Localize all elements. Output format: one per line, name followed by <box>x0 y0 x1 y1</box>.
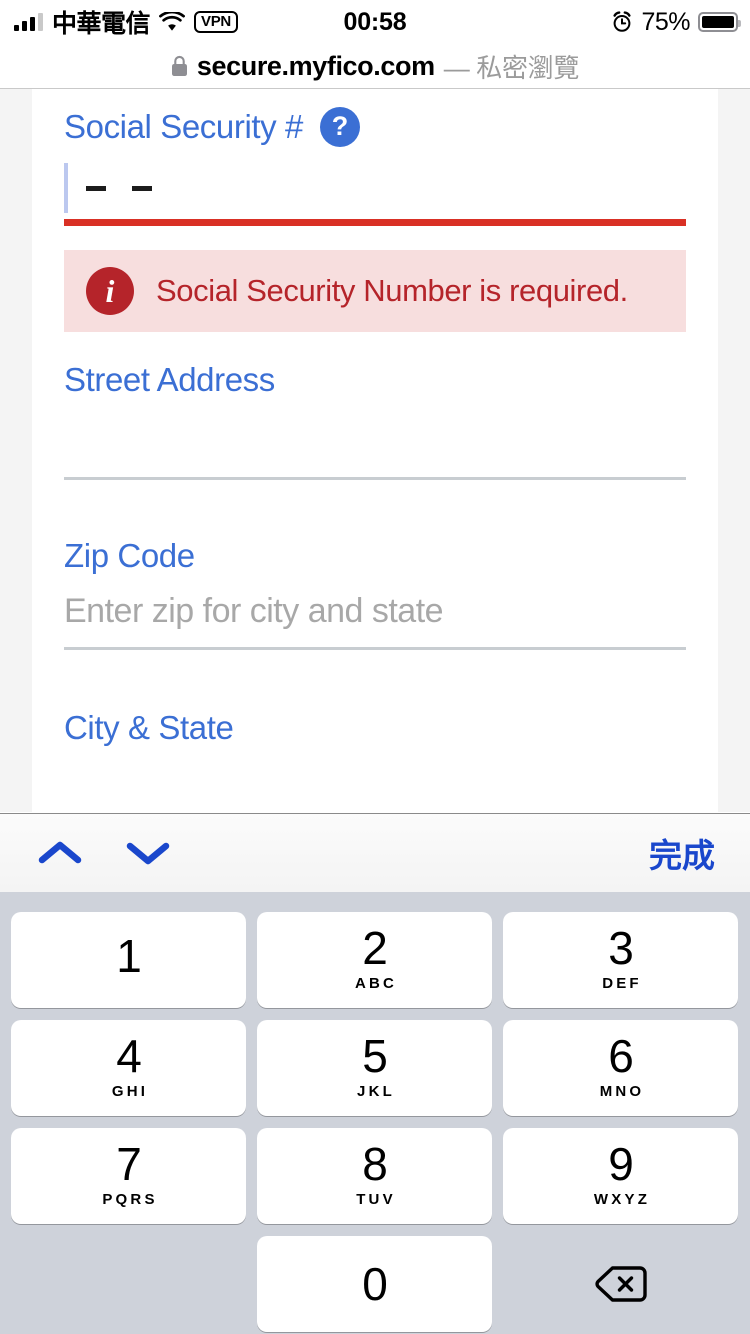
key-7-digit: 7 <box>116 1137 142 1190</box>
city-state-field-group: City & State <box>64 709 686 747</box>
key-9-letters: WXYZ <box>593 1190 651 1208</box>
ssn-label: Social Security # <box>64 108 303 145</box>
key-delete[interactable] <box>503 1236 738 1332</box>
ssn-error-message-box: i Social Security Number is required. <box>64 250 686 332</box>
lock-icon <box>171 55 187 76</box>
key-7-letters: PQRS <box>102 1190 158 1208</box>
ssn-input[interactable] <box>64 157 686 219</box>
info-circle-icon: i <box>86 267 134 315</box>
ssn-mask-dashes <box>86 157 152 219</box>
zip-code-input[interactable]: Enter zip for city and state <box>64 575 686 647</box>
zip-code-label: Zip Code <box>64 537 195 574</box>
chevron-up-icon[interactable] <box>32 833 88 873</box>
keyboard-accessory-toolbar: 完成 <box>0 813 750 892</box>
zip-code-underline <box>64 647 686 650</box>
key-4-digit: 4 <box>116 1029 142 1082</box>
private-browsing-label: — 私密瀏覽 <box>443 52 580 83</box>
numeric-keypad: 1 2 ABC 3 DEF 4 GHI 5 JKL 6 MNO 7 PQRS 8… <box>0 892 750 1334</box>
key-8-digit: 8 <box>362 1137 388 1190</box>
text-caret <box>64 163 68 213</box>
street-address-underline <box>64 477 686 480</box>
key-4-letters: GHI <box>111 1082 149 1100</box>
street-address-field-group: Street Address <box>64 361 686 480</box>
question-mark-icon[interactable]: ? <box>319 107 360 147</box>
web-content-area[interactable]: Social Security # ? i Social Security Nu… <box>0 88 750 812</box>
ssn-label-row: Social Security # ? <box>64 107 686 147</box>
key-1-digit: 1 <box>116 930 142 982</box>
key-2-digit: 2 <box>362 921 388 974</box>
key-6-digit: 6 <box>608 1029 634 1082</box>
battery-percentage: 75% <box>641 7 690 36</box>
delete-backspace-icon <box>594 1266 647 1302</box>
key-3[interactable]: 3 DEF <box>503 912 738 1008</box>
url-text: secure.myfico.com <box>196 50 435 81</box>
key-5-letters: JKL <box>357 1082 395 1100</box>
battery-icon <box>698 12 741 32</box>
key-3-digit: 3 <box>608 921 634 974</box>
ssn-error-text: Social Security Number is required. <box>156 273 628 308</box>
key-9-digit: 9 <box>608 1137 634 1190</box>
key-7[interactable]: 7 PQRS <box>11 1128 246 1224</box>
key-6-letters: MNO <box>599 1082 645 1100</box>
key-0[interactable]: 0 <box>257 1236 492 1332</box>
key-3-letters: DEF <box>602 974 642 992</box>
form-page: Social Security # ? i Social Security Nu… <box>32 89 718 812</box>
key-2[interactable]: 2 ABC <box>257 912 492 1008</box>
key-0-digit: 0 <box>362 1258 388 1310</box>
social-security-field-group: Social Security # ? i Social Security Nu… <box>64 107 686 332</box>
browser-url-bar[interactable]: secure.myfico.com — 私密瀏覽 <box>0 44 750 88</box>
zip-code-field-group: Zip Code Enter zip for city and state <box>64 537 686 650</box>
ssn-error-underline <box>64 219 686 226</box>
chevron-down-icon[interactable] <box>120 833 176 873</box>
keyboard-done-button[interactable]: 完成 <box>649 829 715 877</box>
key-2-letters: ABC <box>354 974 398 992</box>
key-5[interactable]: 5 JKL <box>257 1020 492 1116</box>
alarm-clock-icon <box>613 11 632 32</box>
street-address-label: Street Address <box>64 361 275 398</box>
status-bar: 中華電信 VPN 00:58 75% <box>0 0 750 44</box>
city-state-label: City & State <box>64 709 234 746</box>
key-9[interactable]: 9 WXYZ <box>503 1128 738 1224</box>
key-6[interactable]: 6 MNO <box>503 1020 738 1116</box>
status-bar-right: 75% <box>611 0 741 44</box>
key-4[interactable]: 4 GHI <box>11 1020 246 1116</box>
key-5-digit: 5 <box>362 1029 388 1082</box>
key-1[interactable]: 1 <box>11 912 246 1008</box>
key-8-letters: TUV <box>356 1190 396 1208</box>
street-address-input[interactable] <box>64 399 686 477</box>
key-8[interactable]: 8 TUV <box>257 1128 492 1224</box>
